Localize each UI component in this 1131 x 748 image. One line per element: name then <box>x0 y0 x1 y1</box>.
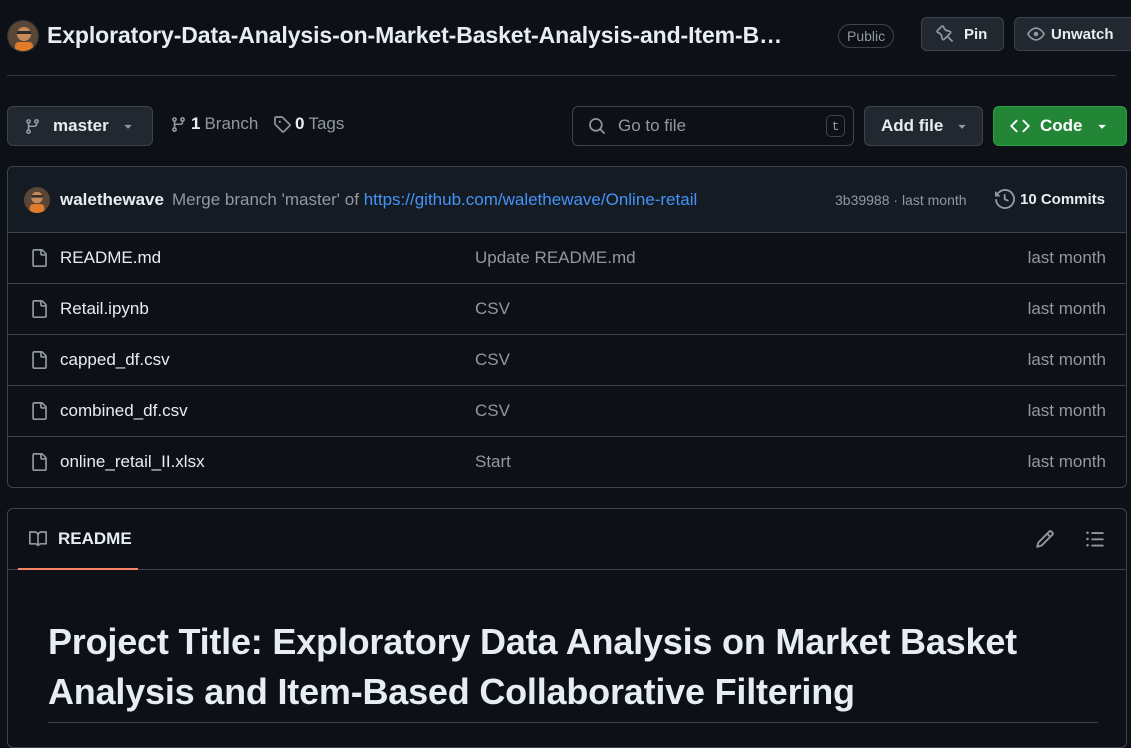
file-icon <box>30 299 48 319</box>
tab-readme[interactable]: README <box>18 509 138 570</box>
caret-down-icon <box>122 120 134 132</box>
file-table: walethewave Merge branch 'master' of htt… <box>7 166 1127 488</box>
code-label: Code <box>1040 116 1083 135</box>
git-branch-icon <box>24 118 41 135</box>
file-icon <box>30 452 48 472</box>
owner-avatar[interactable] <box>7 20 39 52</box>
git-branch-icon <box>170 116 187 133</box>
visibility-badge: Public <box>838 24 895 48</box>
commit-message[interactable]: Merge branch 'master' of https://github.… <box>172 190 697 210</box>
file-name[interactable]: Retail.ipynb <box>60 299 149 319</box>
file-commit-message[interactable]: CSV <box>475 401 510 421</box>
caret-down-icon <box>956 120 968 132</box>
file-row[interactable]: README.md Update README.md last month <box>8 233 1126 284</box>
unwatch-label: Unwatch <box>1051 25 1114 43</box>
pin-button[interactable]: Pin <box>921 17 1004 51</box>
unwatch-button[interactable]: Unwatch <box>1014 17 1131 51</box>
commit-author[interactable]: walethewave <box>60 190 164 210</box>
tag-icon <box>273 115 291 133</box>
file-commit-date: last month <box>1027 350 1106 369</box>
commits-count-label: 10 Commits <box>1020 190 1106 208</box>
readme-tab-label: README <box>58 528 132 548</box>
book-icon <box>28 530 48 548</box>
code-icon <box>1010 116 1030 136</box>
file-name[interactable]: README.md <box>60 248 161 268</box>
tags-link[interactable]: 0 Tags <box>273 114 344 134</box>
commit-hash-and-time[interactable]: 3b39988 · last month <box>835 192 967 208</box>
tags-count: 0 <box>295 114 305 133</box>
file-name[interactable]: combined_df.csv <box>60 401 188 421</box>
eye-icon <box>1027 25 1045 43</box>
commit-message-text: Merge branch 'master' of <box>172 190 364 209</box>
file-commit-message[interactable]: CSV <box>475 350 510 370</box>
file-commit-date: last month <box>1027 452 1106 471</box>
go-to-file-search[interactable]: t <box>572 106 854 146</box>
readme-panel: README Project Title: Exploratory Data A… <box>7 508 1127 748</box>
readme-title-divider <box>48 722 1098 723</box>
file-name[interactable]: capped_df.csv <box>60 350 170 370</box>
history-icon <box>995 189 1015 209</box>
file-commit-message[interactable]: Update README.md <box>475 248 636 268</box>
tags-label: Tags <box>308 114 345 133</box>
code-button[interactable]: Code <box>993 106 1127 146</box>
file-commit-message[interactable]: Start <box>475 452 511 472</box>
pin-label: Pin <box>964 25 988 43</box>
add-file-label: Add file <box>881 116 944 135</box>
branches-label: Branch <box>204 114 259 133</box>
pencil-icon[interactable] <box>1035 529 1055 549</box>
repo-title[interactable]: Exploratory-Data-Analysis-on-Market-Bask… <box>47 22 782 49</box>
latest-commit-bar: walethewave Merge branch 'master' of htt… <box>8 167 1126 233</box>
list-unordered-icon[interactable] <box>1085 529 1105 549</box>
commits-history-link[interactable]: 10 Commits <box>995 189 1105 209</box>
add-file-button[interactable]: Add file <box>864 106 983 146</box>
branches-link[interactable]: 1 Branch <box>170 114 258 134</box>
file-commit-date: last month <box>1027 248 1106 267</box>
keyboard-shortcut-hint: t <box>826 115 845 137</box>
branches-count: 1 <box>191 114 201 133</box>
search-icon <box>588 117 606 135</box>
file-row[interactable]: Retail.ipynb CSV last month <box>8 284 1126 335</box>
commit-message-link[interactable]: https://github.com/walethewave/Online-re… <box>364 190 698 209</box>
readme-title: Project Title: Exploratory Data Analysis… <box>48 621 1017 712</box>
file-commit-date: last month <box>1027 299 1106 318</box>
go-to-file-input[interactable] <box>616 115 820 137</box>
branch-select[interactable]: master <box>7 106 153 146</box>
file-row[interactable]: combined_df.csv CSV last month <box>8 386 1126 437</box>
file-commit-message[interactable]: CSV <box>475 299 510 319</box>
header-divider <box>7 75 1116 76</box>
commit-author-avatar[interactable] <box>24 187 50 213</box>
file-row[interactable]: capped_df.csv CSV last month <box>8 335 1126 386</box>
file-commit-date: last month <box>1027 401 1106 420</box>
pin-icon <box>936 25 954 43</box>
file-icon <box>30 248 48 268</box>
file-row[interactable]: online_retail_II.xlsx Start last month <box>8 437 1126 487</box>
branch-name: master <box>53 116 109 135</box>
file-name[interactable]: online_retail_II.xlsx <box>60 452 205 472</box>
file-icon <box>30 350 48 370</box>
file-icon <box>30 401 48 421</box>
caret-down-icon <box>1096 120 1108 132</box>
readme-header: README <box>8 509 1126 570</box>
